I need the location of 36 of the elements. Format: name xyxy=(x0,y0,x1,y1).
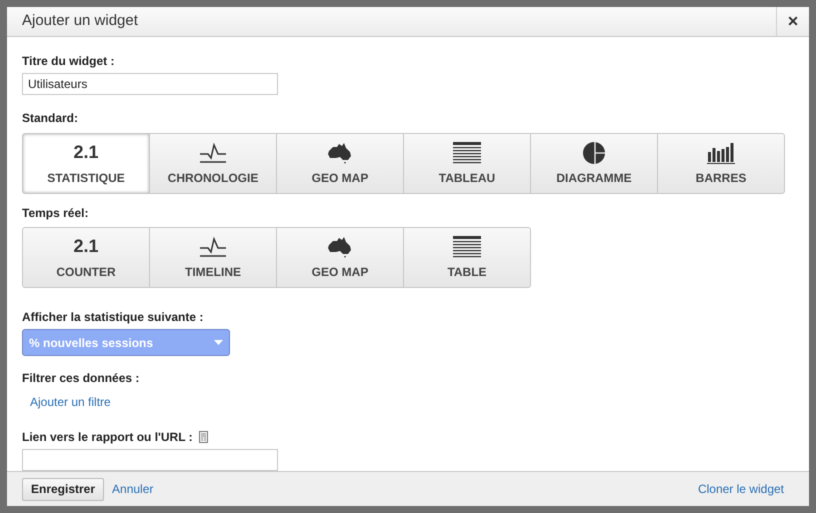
caret-icon xyxy=(214,340,223,346)
widget-type-tile[interactable]: BARRES xyxy=(657,133,785,194)
widget-type-tile[interactable]: TIMELINE xyxy=(149,227,277,288)
widget-type-tile[interactable]: GEO MAP xyxy=(276,227,404,288)
widget-type-tile[interactable]: 2.1 STATISTIQUE xyxy=(22,133,150,194)
section-label: Standard: xyxy=(22,110,80,128)
map-icon xyxy=(327,142,353,164)
line-chart-icon xyxy=(199,142,227,164)
number-glyph: 2.1 xyxy=(73,235,99,258)
close-button[interactable]: × xyxy=(776,7,809,36)
save-button[interactable]: Enregistrer xyxy=(22,478,104,501)
section-label: Temps réel: xyxy=(22,205,90,222)
add-filter-link[interactable]: Ajouter un filtre xyxy=(30,393,111,412)
number-glyph: 2.1 xyxy=(73,141,99,164)
bar-chart-icon xyxy=(707,142,735,164)
field-label: Afficher la statistique suivante : xyxy=(22,309,204,326)
table-icon xyxy=(453,142,481,164)
dialog-title: Ajouter un widget xyxy=(21,11,139,32)
widget-type-tile[interactable]: GEO MAP xyxy=(276,133,404,194)
url-field[interactable] xyxy=(22,449,278,472)
line-chart-icon xyxy=(199,236,227,258)
pie-chart-icon xyxy=(583,142,605,164)
cancel-link[interactable]: Annuler xyxy=(112,480,154,498)
map-icon xyxy=(327,236,353,258)
widget-type-tile[interactable]: CHRONOLOGIE xyxy=(149,133,277,194)
widget-type-tile[interactable]: TABLE xyxy=(403,227,531,288)
field-label: Titre du widget : xyxy=(22,53,116,70)
title-field[interactable]: Utilisateurs xyxy=(22,73,278,96)
widget-type-tile[interactable]: 2.1 COUNTER xyxy=(22,227,150,288)
table-icon xyxy=(453,236,481,258)
field-label: Lien vers le rapport ou l'URL : xyxy=(22,429,193,446)
widget-type-tile[interactable]: DIAGRAMME xyxy=(530,133,658,194)
clone-widget-link[interactable]: Cloner le widget xyxy=(698,480,784,498)
document-icon xyxy=(198,431,208,444)
field-label: Filtrer ces données : xyxy=(22,370,140,388)
widget-type-tile[interactable]: TABLEAU xyxy=(403,133,531,194)
